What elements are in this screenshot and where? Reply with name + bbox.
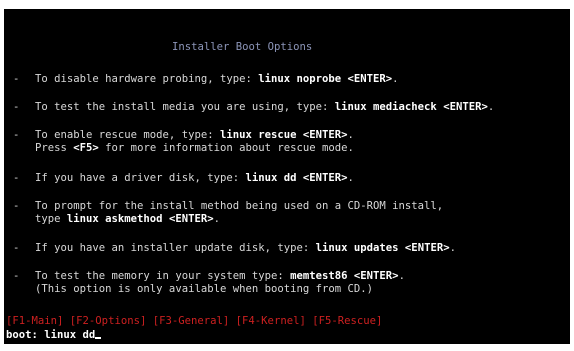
boot-prompt-input[interactable]: linux dd bbox=[44, 329, 95, 341]
option-command: linux rescue <ENTER> bbox=[219, 129, 348, 141]
option-bullet: - bbox=[13, 270, 20, 282]
function-key-bar: [F1-Main] [F2-Options] [F3-General] [F4-… bbox=[6, 315, 382, 327]
option-line: If you have a driver disk, type: linux d… bbox=[35, 172, 354, 184]
option-line: To prompt for the install method being u… bbox=[35, 200, 443, 212]
option-line: To disable hardware probing, type: linux… bbox=[35, 73, 399, 85]
option-text: If you have a driver disk, type: bbox=[35, 172, 246, 184]
option-bullet: - bbox=[13, 200, 20, 212]
option-text: Press bbox=[35, 142, 74, 154]
fkey-general[interactable]: [F3-General] bbox=[153, 315, 230, 327]
option-line: If you have an installer update disk, ty… bbox=[35, 242, 456, 254]
option-text-end: . bbox=[347, 172, 354, 184]
option-text: If you have an installer update disk, ty… bbox=[35, 242, 316, 254]
option-bullet: - bbox=[13, 172, 20, 184]
option-bullet: - bbox=[13, 101, 20, 113]
option-command: linux noprobe <ENTER> bbox=[258, 73, 393, 85]
fkey-kernel[interactable]: [F4-Kernel] bbox=[236, 315, 306, 327]
option-bullet: - bbox=[13, 242, 20, 254]
option-bullet: - bbox=[13, 73, 20, 85]
option-text-end: . bbox=[347, 129, 354, 141]
text-cursor bbox=[95, 337, 102, 339]
option-line-2: Press <F5> for more information about re… bbox=[35, 142, 354, 154]
option-command: linux mediacheck <ENTER> bbox=[334, 101, 488, 113]
option-text-end: . bbox=[449, 242, 456, 254]
option-text: To test the install media you are using,… bbox=[35, 101, 335, 113]
fkey-main[interactable]: [F1-Main] bbox=[6, 315, 63, 327]
option-text: To disable hardware probing, type: bbox=[35, 73, 259, 85]
option-bullet: - bbox=[13, 129, 20, 141]
option-text-end: . bbox=[392, 73, 399, 85]
fkey-options[interactable]: [F2-Options] bbox=[70, 315, 147, 327]
fkey-rescue[interactable]: [F5-Rescue] bbox=[312, 315, 382, 327]
boot-prompt-label: boot: bbox=[6, 329, 45, 341]
option-command: memtest86 <ENTER> bbox=[290, 270, 399, 282]
option-text: To enable rescue mode, type: bbox=[35, 129, 220, 141]
option-text-end: . bbox=[487, 101, 495, 113]
option-line: To test the install media you are using,… bbox=[35, 101, 494, 113]
boot-console-screen: Installer Boot Options - To disable hard… bbox=[4, 9, 570, 344]
option-text: To test the memory in your system type: bbox=[35, 270, 291, 282]
option-text-end: . bbox=[213, 213, 220, 225]
option-text-end: for more information about rescue mode. bbox=[98, 142, 354, 154]
option-line: To enable rescue mode, type: linux rescu… bbox=[35, 129, 354, 141]
option-command: linux askmethod <ENTER> bbox=[66, 213, 214, 225]
option-command: linux updates <ENTER> bbox=[315, 242, 450, 254]
option-text: To prompt for the install method being u… bbox=[35, 200, 444, 212]
option-text-end: . bbox=[398, 270, 405, 282]
option-command: linux dd <ENTER> bbox=[245, 172, 348, 184]
boot-options-title: Installer Boot Options bbox=[172, 41, 313, 53]
option-line: To test the memory in your system type: … bbox=[35, 270, 405, 282]
option-text: (This option is only available when boot… bbox=[35, 283, 374, 295]
option-line-2: (This option is only available when boot… bbox=[35, 283, 373, 295]
option-line-2: type linux askmethod <ENTER>. bbox=[35, 213, 220, 225]
option-text: type bbox=[35, 213, 67, 225]
boot-prompt[interactable]: boot: linux dd bbox=[6, 329, 102, 341]
option-command: <F5> bbox=[73, 142, 99, 154]
